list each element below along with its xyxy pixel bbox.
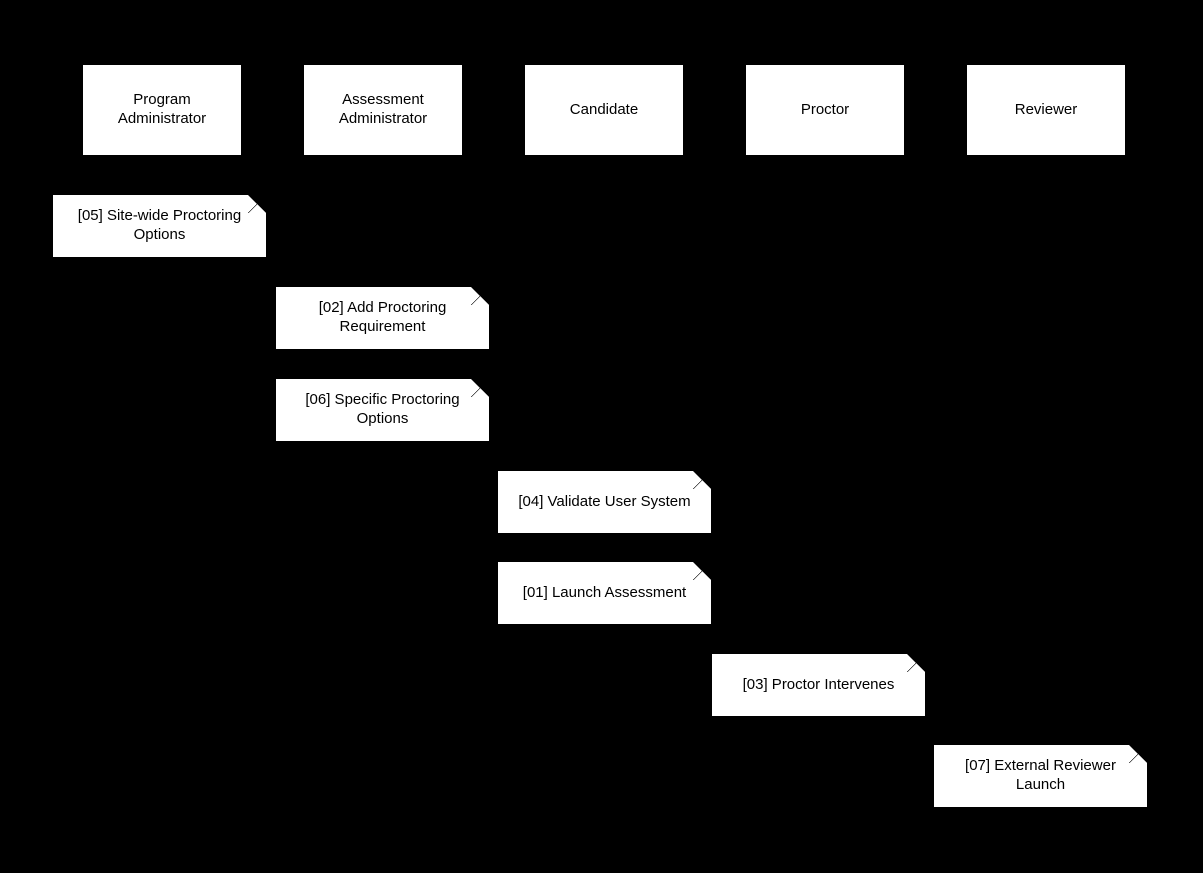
step-label: [03] Proctor Intervenes	[743, 676, 895, 695]
actor-reviewer: Reviewer	[966, 64, 1126, 156]
step-04-validate-user-system: [04] Validate User System	[498, 471, 711, 533]
actor-program-administrator: Program Administrator	[82, 64, 242, 156]
step-01-launch-assessment: [01] Launch Assessment	[498, 562, 711, 624]
step-02-add-proctoring-requirement: [02] Add Proctoring Requirement	[276, 287, 489, 349]
step-05-sitewide-proctoring-options: [05] Site-wide Proctoring Options	[53, 195, 266, 257]
step-label: [04] Validate User System	[518, 493, 690, 512]
actor-label: Reviewer	[1015, 101, 1078, 120]
step-06-specific-proctoring-options: [06] Specific Proctoring Options	[276, 379, 489, 441]
actor-label: Proctor	[801, 101, 849, 120]
actor-label: Candidate	[570, 101, 638, 120]
step-label: [06] Specific Proctoring Options	[288, 391, 477, 429]
step-03-proctor-intervenes: [03] Proctor Intervenes	[712, 654, 925, 716]
step-07-external-reviewer-launch: [07] External Reviewer Launch	[934, 745, 1147, 807]
step-label: [05] Site-wide Proctoring Options	[65, 207, 254, 245]
actor-proctor: Proctor	[745, 64, 905, 156]
actor-candidate: Candidate	[524, 64, 684, 156]
actor-label: Program Administrator	[93, 91, 231, 129]
actor-label: Assessment Administrator	[314, 91, 452, 129]
step-label: [01] Launch Assessment	[523, 584, 686, 603]
actor-assessment-administrator: Assessment Administrator	[303, 64, 463, 156]
step-label: [02] Add Proctoring Requirement	[288, 299, 477, 337]
step-label: [07] External Reviewer Launch	[946, 757, 1135, 795]
